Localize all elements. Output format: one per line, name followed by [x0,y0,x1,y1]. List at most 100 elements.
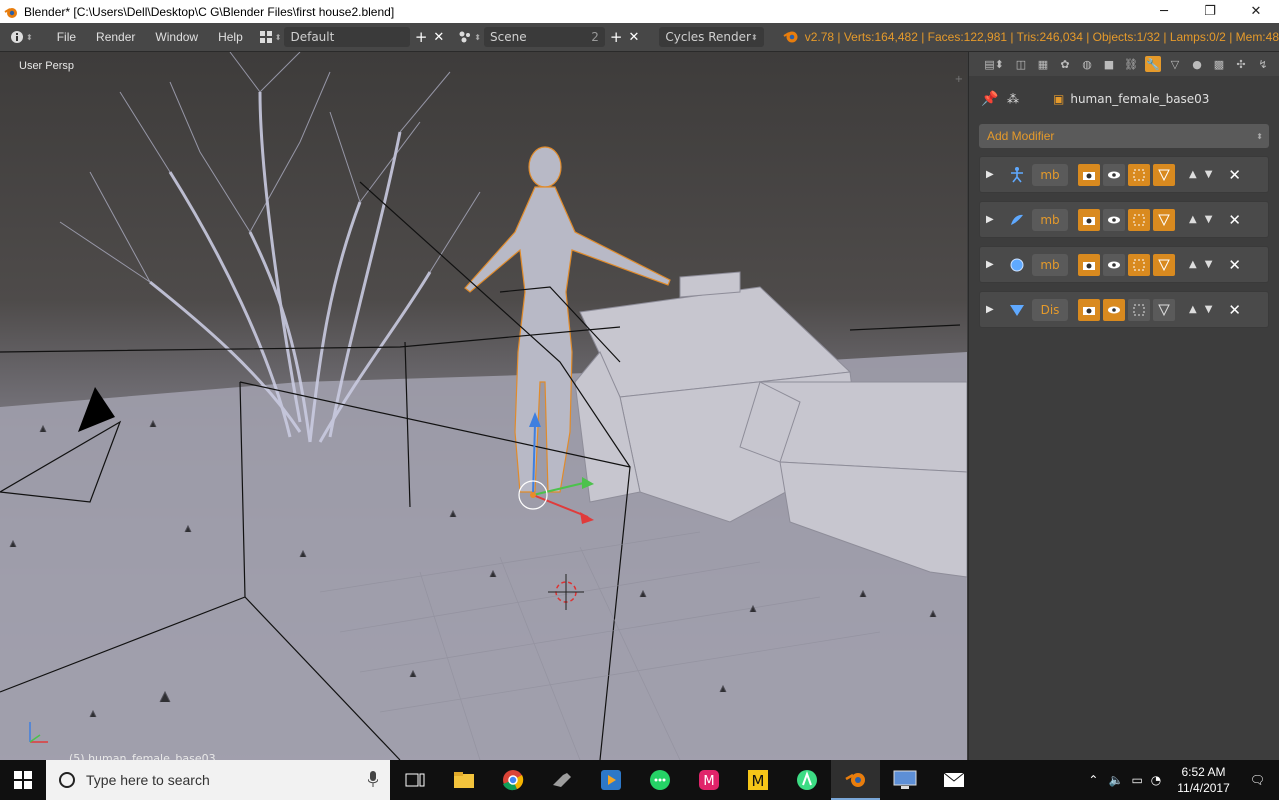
battery-icon[interactable]: ▭ [1131,773,1142,787]
render-toggle-camera-icon[interactable] [1078,208,1100,231]
move-down-icon[interactable]: ▼ [1205,304,1213,315]
render-tab-icon[interactable]: ◫ [1013,56,1029,72]
move-down-icon[interactable]: ▼ [1205,259,1213,270]
expand-triangle-icon[interactable]: ▶ [986,214,1002,225]
file-explorer-icon[interactable] [439,760,488,800]
corrective-smooth-icon [1006,209,1028,231]
viewport-scene-render [0,52,967,760]
cage-toggle-icon[interactable] [1153,253,1175,276]
screen-layout-icon[interactable]: ⬍ [259,30,281,44]
add-modifier-dropdown[interactable]: Add Modifier ⬍ [979,124,1269,148]
info-editor-icon[interactable]: ⬍ [10,30,33,44]
viewport-toggle-eye-icon[interactable] [1103,163,1125,186]
cage-toggle-icon[interactable] [1153,298,1175,321]
render-layers-tab-icon[interactable]: ▦ [1035,56,1051,72]
viewport-corner-plus-icon[interactable]: + [955,74,963,85]
move-down-icon[interactable]: ▼ [1205,169,1213,180]
cage-toggle-icon[interactable] [1153,163,1175,186]
start-button[interactable] [0,760,46,800]
3d-viewport[interactable]: User Persp (5) human_female_base03 + [0,52,967,760]
cage-toggle-icon[interactable] [1153,208,1175,231]
scene-icon[interactable]: ⬍ [458,30,481,44]
remove-modifier-icon[interactable]: ✕ [1228,211,1241,229]
mail-icon[interactable] [929,760,978,800]
remove-modifier-icon[interactable]: ✕ [1228,166,1241,184]
window-titlebar: Blender* [C:\Users\Dell\Desktop\C G\Blen… [0,0,1279,23]
render-toggle-camera-icon[interactable] [1078,253,1100,276]
menu-window[interactable]: Window [145,30,208,44]
editmode-toggle-icon[interactable] [1128,163,1150,186]
editmode-toggle-icon[interactable] [1128,208,1150,231]
blender-logo-icon [4,5,18,19]
remove-scene-icon[interactable]: ✕ [628,30,639,45]
wifi-icon[interactable]: ◔ [1151,773,1161,787]
move-up-icon[interactable]: ▲ [1189,304,1197,315]
viewport-toggle-eye-icon[interactable] [1103,208,1125,231]
clock[interactable]: 6:52 AM 11/4/2017 [1177,764,1230,796]
modifier-name-field[interactable]: Dis [1032,298,1068,321]
editmode-toggle-icon[interactable] [1128,298,1150,321]
add-scene-icon[interactable]: + [610,28,623,46]
expand-triangle-icon[interactable]: ▶ [986,304,1002,315]
taskbar-search-box[interactable]: Type here to search [46,760,390,800]
scene-field[interactable]: Scene 2 [484,27,605,47]
world-tab-icon[interactable]: ◍ [1079,56,1095,72]
render-toggle-camera-icon[interactable] [1078,298,1100,321]
move-up-icon[interactable]: ▲ [1189,169,1197,180]
blender-icon[interactable] [831,760,880,800]
context-object-name: human_female_base03 [1070,92,1210,106]
remote-desktop-icon[interactable] [880,760,929,800]
particles-tab-icon[interactable]: ✣ [1233,56,1249,72]
restore-button[interactable]: ❐ [1187,0,1233,23]
data-tab-icon[interactable]: ▽ [1167,56,1183,72]
modifier-name-field[interactable]: mb [1032,163,1068,186]
object-cube-icon: ▣ [1053,92,1065,106]
microphone-icon[interactable] [367,770,379,790]
displace-icon [1006,299,1028,321]
app-m-pink-icon[interactable]: M [684,760,733,800]
menu-help[interactable]: Help [208,30,253,44]
move-up-icon[interactable]: ▲ [1189,259,1197,270]
whatsapp-icon[interactable] [635,760,684,800]
remove-modifier-icon[interactable]: ✕ [1228,301,1241,319]
subdivision-icon [1006,254,1028,276]
screen-layout-field[interactable]: Default [284,27,410,47]
render-engine-select[interactable]: Cycles Render ⬍ [659,27,764,47]
windows-logo-icon [14,771,32,789]
remove-modifier-icon[interactable]: ✕ [1228,256,1241,274]
app-m-yellow-icon[interactable]: M [733,760,782,800]
menu-render[interactable]: Render [86,30,145,44]
menu-file[interactable]: File [47,30,86,44]
media-player-icon[interactable] [586,760,635,800]
viewport-toggle-eye-icon[interactable] [1103,298,1125,321]
physics-tab-icon[interactable]: ↯ [1255,56,1271,72]
editor-type-icon[interactable]: ▤⬍ [981,56,1007,72]
modifier-name-field[interactable]: mb [1032,208,1068,231]
modifier-name-field[interactable]: mb [1032,253,1068,276]
chrome-icon[interactable] [488,760,537,800]
expand-triangle-icon[interactable]: ▶ [986,169,1002,180]
material-tab-icon[interactable]: ● [1189,56,1205,72]
remove-layout-icon[interactable]: ✕ [433,30,444,45]
constraints-tab-icon[interactable]: ⛓ [1123,56,1139,72]
move-up-icon[interactable]: ▲ [1189,214,1197,225]
tray-chevron-up-icon[interactable]: ⌃ [1088,773,1098,787]
pin-icon[interactable]: 📌 [981,91,1007,107]
android-studio-icon[interactable] [782,760,831,800]
expand-triangle-icon[interactable]: ▶ [986,259,1002,270]
tools-icon[interactable] [537,760,586,800]
scene-tab-icon[interactable]: ✿ [1057,56,1073,72]
close-window-button[interactable]: ✕ [1233,0,1279,23]
texture-tab-icon[interactable]: ▩ [1211,56,1227,72]
object-tab-icon[interactable]: ■ [1101,56,1117,72]
move-down-icon[interactable]: ▼ [1205,214,1213,225]
editmode-toggle-icon[interactable] [1128,253,1150,276]
action-center-icon[interactable]: 🗨 [1250,773,1265,787]
viewport-toggle-eye-icon[interactable] [1103,253,1125,276]
task-view-icon[interactable] [390,760,439,800]
minimize-button[interactable]: ─ [1141,0,1187,23]
add-layout-icon[interactable]: + [415,28,428,46]
render-toggle-camera-icon[interactable] [1078,163,1100,186]
modifiers-tab-icon[interactable]: 🔧 [1145,56,1161,72]
volume-icon[interactable]: 🔈 [1108,773,1123,787]
